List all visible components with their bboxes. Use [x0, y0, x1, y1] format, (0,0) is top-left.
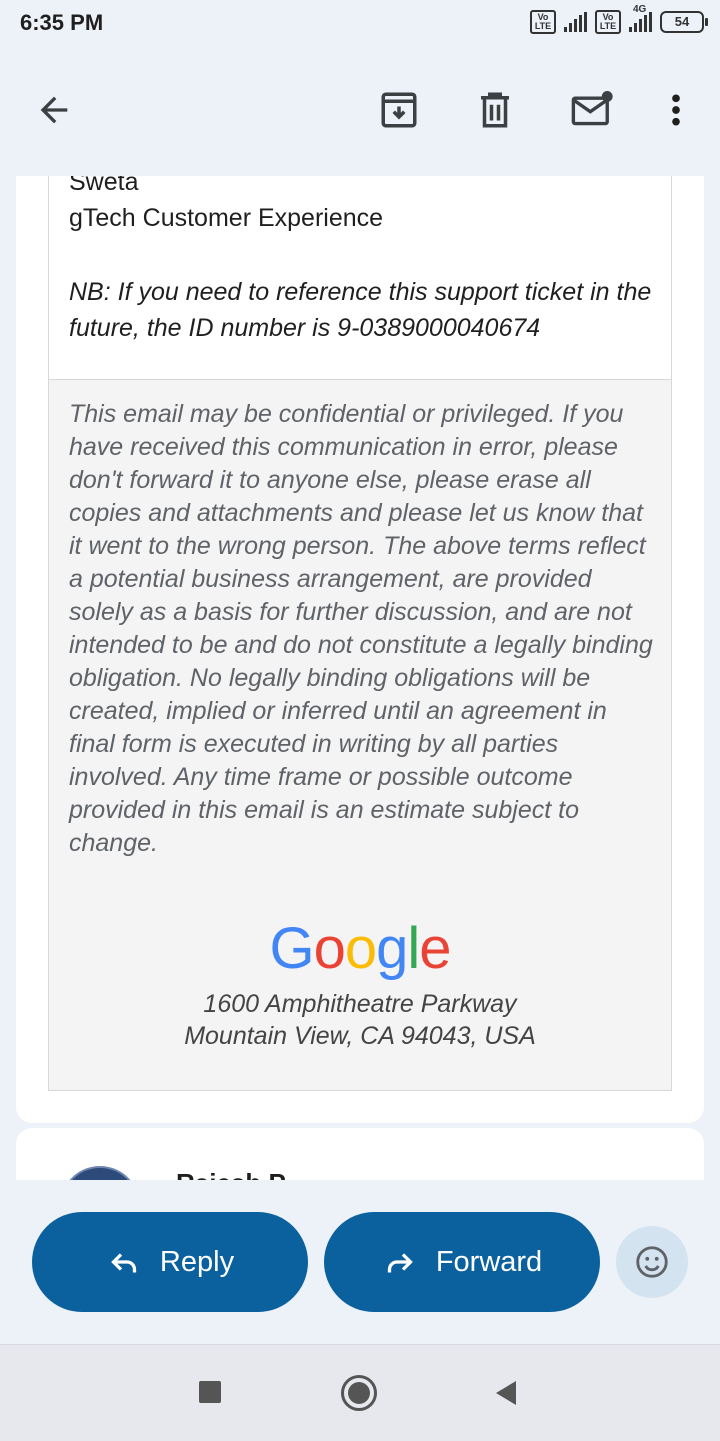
reply-label: Reply — [159, 1245, 235, 1278]
circle-home-icon[interactable] — [341, 1375, 377, 1411]
mail-unread-icon — [571, 91, 613, 126]
triangle-back-icon[interactable] — [494, 1380, 518, 1406]
logo-letter: g — [376, 916, 408, 981]
home-dot — [348, 1382, 370, 1404]
action-bar: Reply Forward — [0, 1180, 720, 1344]
reply-icon — [111, 1253, 137, 1273]
email-footer: This email may be confidential or privil… — [48, 379, 672, 1091]
forward-label: Forward — [435, 1245, 543, 1278]
email-toolbar — [0, 50, 720, 176]
confidentiality-disclaimer: This email may be confidential or privil… — [69, 400, 653, 857]
forward-button[interactable]: Forward — [324, 1212, 600, 1312]
volte-badge-sim2: Vo LTE — [595, 10, 621, 34]
archive-icon — [381, 92, 417, 128]
message-card: Sweta gTech Customer Experience NB: If y… — [16, 176, 704, 1123]
trash-icon — [481, 92, 509, 128]
logo-letter: o — [313, 916, 346, 981]
signal-icon — [564, 12, 587, 32]
avatar — [60, 1166, 140, 1180]
battery-indicator: 54 — [660, 11, 708, 33]
logo-letter: e — [419, 916, 451, 981]
google-logo: Google — [49, 915, 671, 982]
back-button[interactable] — [30, 86, 78, 134]
signature-name: Sweta — [69, 176, 139, 196]
signal-icon-2 — [629, 12, 652, 32]
system-navigation-bar — [0, 1344, 720, 1441]
message-scroll-area[interactable]: Sweta gTech Customer Experience NB: If y… — [0, 176, 720, 1180]
next-sender-name: Rajesh P... — [176, 1168, 304, 1180]
forward-icon — [387, 1253, 413, 1273]
status-bar: 6:35 PM Vo LTE Vo LTE 4G 54 — [0, 0, 720, 50]
volte-badge-sim1: Vo LTE — [530, 10, 556, 34]
ticket-reference-note: NB: If you need to reference this suppor… — [69, 278, 652, 342]
next-message-card[interactable]: Rajesh P... — [16, 1128, 704, 1180]
delete-button[interactable] — [471, 86, 519, 134]
reply-button[interactable]: Reply — [32, 1212, 308, 1312]
more-vert-icon — [672, 94, 680, 126]
arrow-back-icon — [40, 96, 68, 124]
address-line-2: Mountain View, CA 94043, USA — [184, 1022, 536, 1050]
logo-letter: o — [344, 916, 377, 981]
square-recents-icon[interactable] — [199, 1381, 221, 1403]
network-4g: 4G — [629, 4, 652, 32]
signature-team: gTech Customer Experience — [69, 204, 384, 232]
address-line-1: 1600 Amphitheatre Parkway — [203, 990, 517, 1018]
logo-letter: l — [407, 916, 420, 981]
status-icons: Vo LTE Vo LTE 4G 54 — [530, 4, 708, 34]
network-label: 4G — [633, 4, 647, 15]
status-time: 6:35 PM — [20, 10, 104, 35]
emoji-reaction-button[interactable] — [616, 1226, 688, 1298]
archive-button[interactable] — [375, 86, 423, 134]
mark-unread-button[interactable] — [568, 86, 616, 134]
logo-letter: G — [269, 916, 314, 981]
more-options-button[interactable] — [652, 86, 700, 134]
emoji-reaction-icon — [636, 1246, 668, 1278]
